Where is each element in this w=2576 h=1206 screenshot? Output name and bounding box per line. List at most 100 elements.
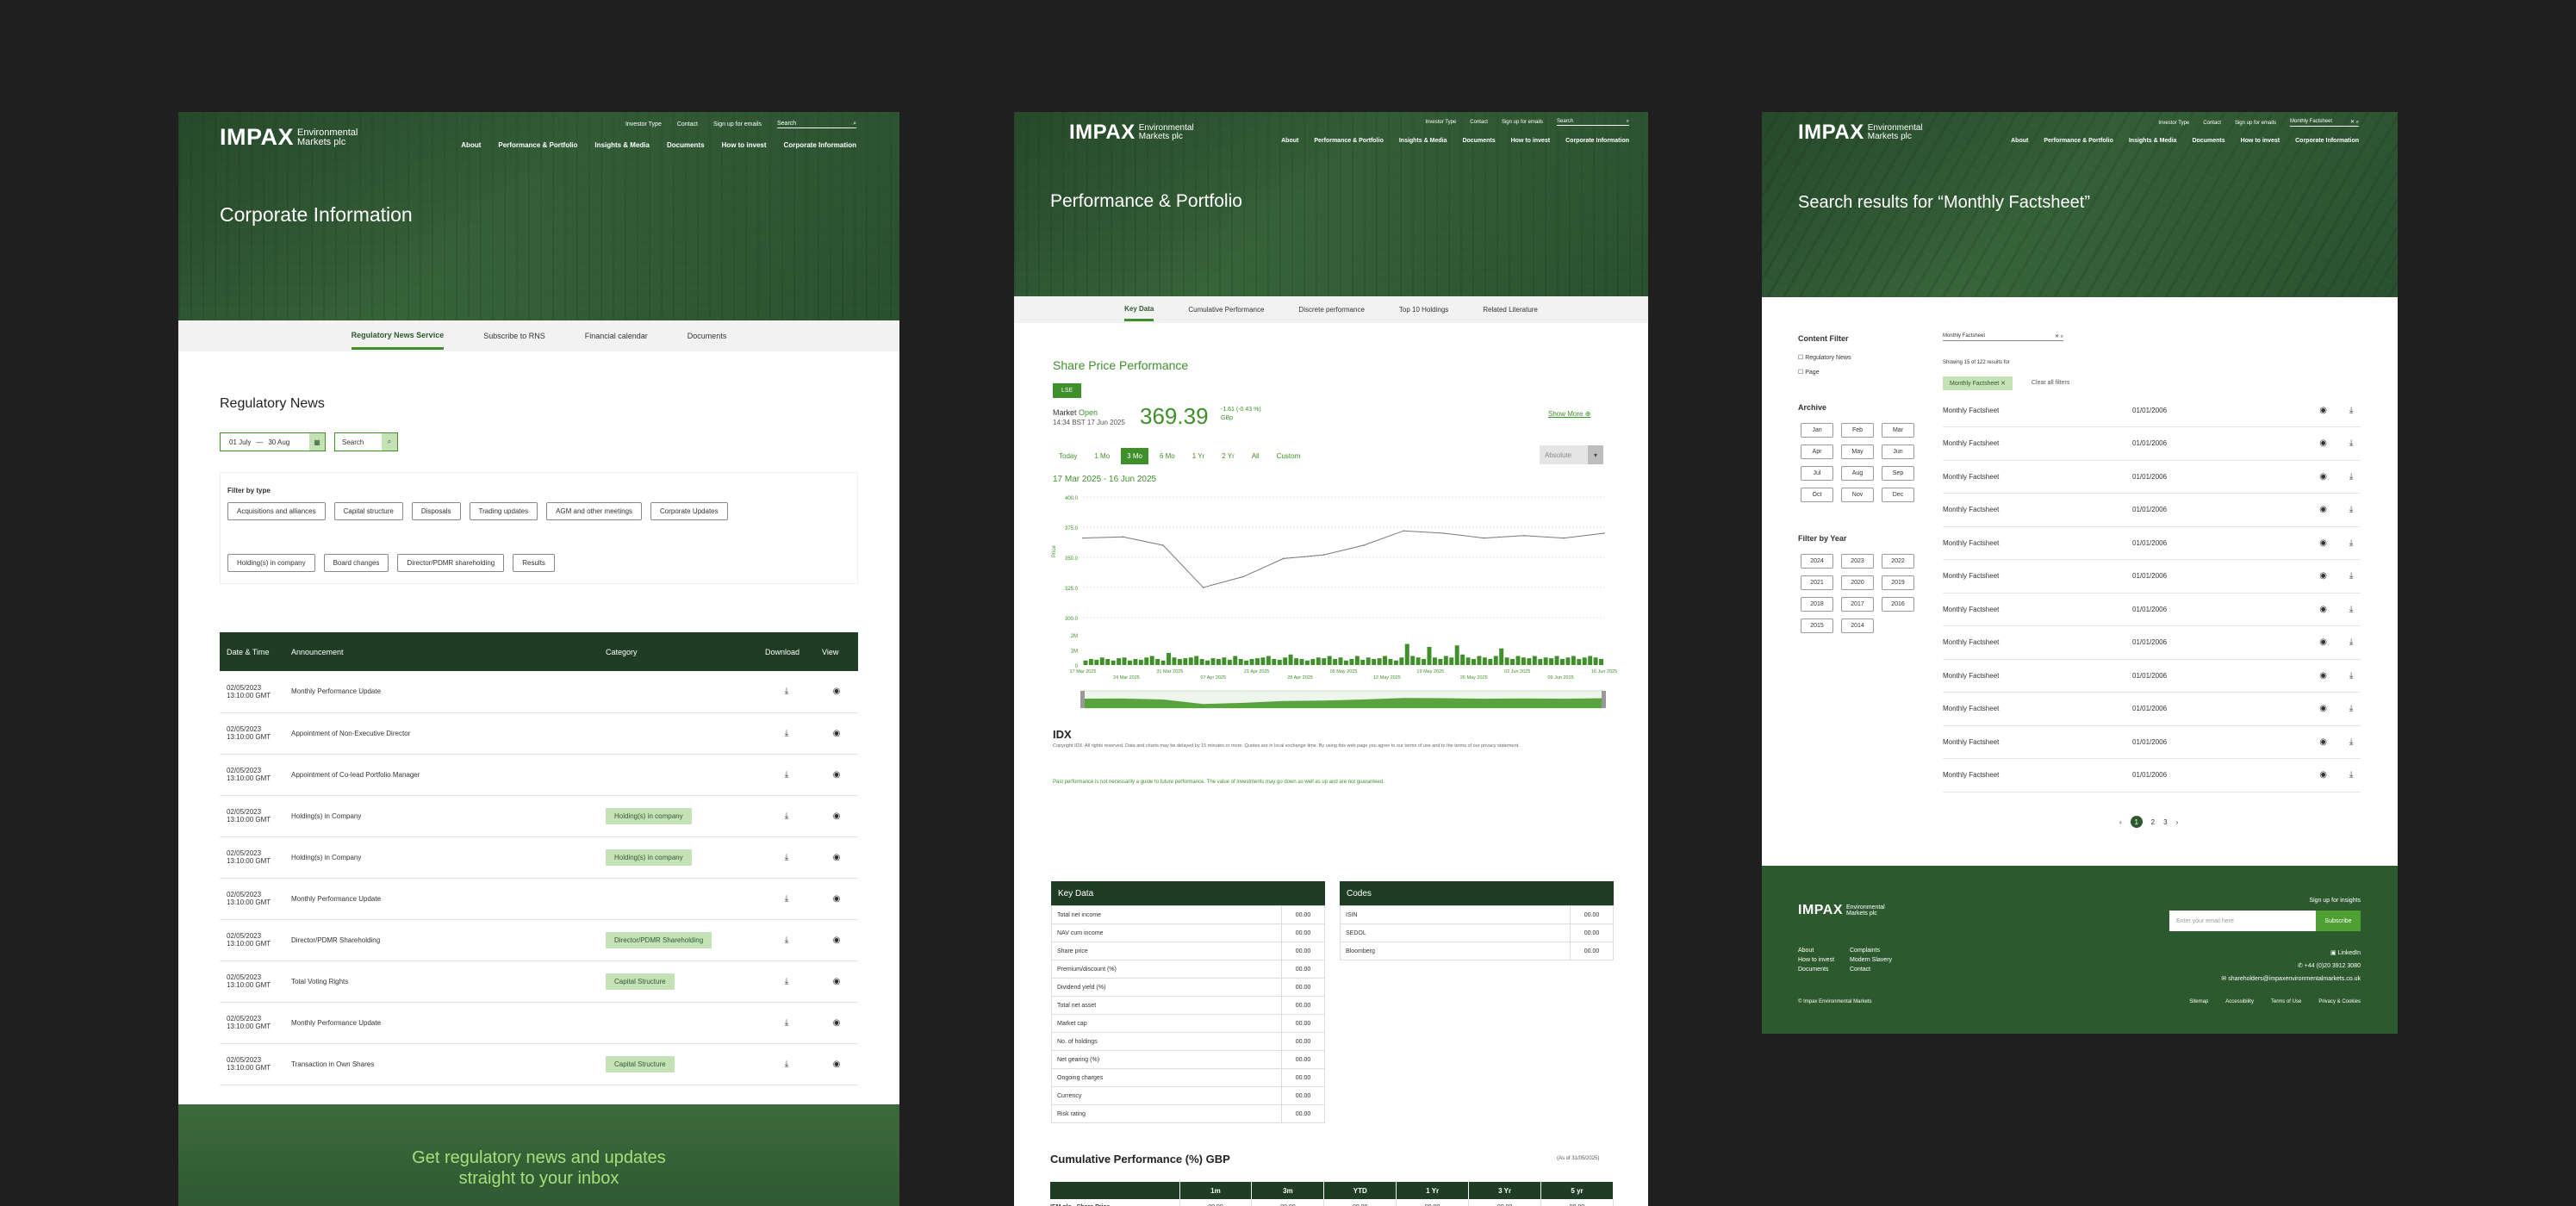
- view-icon[interactable]: ◉: [2319, 571, 2327, 581]
- filter-chip[interactable]: Capital structure: [333, 502, 403, 520]
- view-icon[interactable]: ◉: [833, 811, 841, 821]
- view-icon[interactable]: ◉: [2319, 737, 2327, 747]
- util-signup[interactable]: Sign up for emails: [2235, 121, 2276, 126]
- tab-related-literature[interactable]: Related Literature: [1483, 306, 1538, 314]
- result-title[interactable]: Monthly Factsheet: [1943, 460, 2132, 494]
- footer-logo[interactable]: IMPAX Environmental Markets plc: [1798, 903, 1898, 918]
- exchange-badge[interactable]: LSE: [1053, 383, 1082, 398]
- view-icon[interactable]: ◉: [833, 894, 841, 904]
- nav-performance[interactable]: Performance & Portfolio: [1314, 138, 1384, 144]
- download-icon[interactable]: ⤓: [785, 977, 788, 986]
- mode-select[interactable]: Absolute ▾: [1540, 445, 1603, 464]
- result-title[interactable]: Monthly Factsheet: [1943, 526, 2132, 560]
- download-icon[interactable]: ⤓: [2349, 571, 2353, 581]
- range-today[interactable]: Today: [1053, 448, 1083, 464]
- nav-about[interactable]: About: [1281, 138, 1298, 144]
- view-icon[interactable]: ◉: [833, 770, 841, 780]
- nav-about[interactable]: About: [461, 141, 481, 149]
- month-chip[interactable]: Oct: [1801, 488, 1833, 502]
- year-chip[interactable]: 2021: [1801, 575, 1833, 590]
- tab-discrete[interactable]: Discrete performance: [1298, 306, 1364, 314]
- view-icon[interactable]: ◉: [833, 977, 841, 986]
- header-search-input[interactable]: Monthly Factsheet ✕ ⌕: [2290, 119, 2359, 127]
- nav-how-to-invest[interactable]: How to invest: [722, 141, 767, 149]
- year-chip[interactable]: 2023: [1841, 554, 1874, 569]
- download-icon[interactable]: ⤓: [2349, 637, 2353, 647]
- view-icon[interactable]: ◉: [833, 853, 841, 862]
- show-more-link[interactable]: Show More ⊕: [1548, 410, 1590, 418]
- page-1[interactable]: 1: [2130, 816, 2143, 828]
- navigator-handle-right[interactable]: [1602, 691, 1606, 708]
- result-title[interactable]: Monthly Factsheet: [1943, 625, 2132, 660]
- tab-regulatory-news[interactable]: Regulatory News Service: [351, 322, 445, 350]
- util-contact[interactable]: Contact: [1470, 120, 1488, 125]
- legal-link[interactable]: Terms of Use: [2271, 999, 2301, 1004]
- range-1-yr[interactable]: 1 Yr: [1186, 448, 1211, 464]
- view-icon[interactable]: ◉: [833, 687, 841, 696]
- download-icon[interactable]: ⤓: [785, 770, 788, 780]
- row-announcement[interactable]: Monthly Performance Update: [284, 1002, 599, 1044]
- results-search-input[interactable]: Monthly Factsheet ✕ ⌕: [1943, 333, 2063, 341]
- row-announcement[interactable]: Monthly Performance Update: [284, 878, 599, 920]
- row-announcement[interactable]: Holding(s) in Company: [284, 795, 599, 837]
- download-icon[interactable]: ⤓: [2349, 605, 2353, 614]
- chevron-right-icon[interactable]: ›: [2176, 818, 2179, 826]
- download-icon[interactable]: ⤓: [2349, 704, 2353, 713]
- util-investor-type[interactable]: Investor Type: [1425, 120, 1456, 125]
- util-contact[interactable]: Contact: [677, 121, 698, 127]
- view-icon[interactable]: ◉: [2319, 438, 2327, 448]
- util-signup[interactable]: Sign up for emails: [713, 121, 762, 127]
- footer-link[interactable]: How to invest: [1798, 957, 1850, 963]
- nav-insights[interactable]: Insights & Media: [2129, 138, 2177, 144]
- view-icon[interactable]: ◉: [833, 936, 841, 945]
- range-3-mo[interactable]: 3 Mo: [1121, 448, 1148, 464]
- impax-logo[interactable]: IMPAX Environmental Markets plc: [1069, 121, 1213, 145]
- nav-corporate-information[interactable]: Corporate Information: [784, 141, 856, 149]
- year-chip[interactable]: 2014: [1841, 619, 1874, 633]
- view-icon[interactable]: ◉: [2319, 505, 2327, 514]
- legal-link[interactable]: Privacy & Cookies: [2318, 999, 2361, 1004]
- view-icon[interactable]: ◉: [2319, 671, 2327, 681]
- range-all[interactable]: All: [1246, 448, 1266, 464]
- download-icon[interactable]: ⤓: [785, 936, 788, 945]
- download-icon[interactable]: ⤓: [785, 687, 788, 696]
- year-chip[interactable]: 2024: [1801, 554, 1833, 569]
- download-icon[interactable]: ⤓: [2349, 671, 2353, 681]
- year-chip[interactable]: 2016: [1882, 597, 1914, 612]
- row-announcement[interactable]: Director/PDMR Shareholding: [284, 919, 599, 961]
- date-range-picker[interactable]: 01 July —30 Aug ▦: [220, 432, 326, 451]
- header-search-input[interactable]: Search ⌕: [777, 121, 856, 128]
- download-icon[interactable]: ⤓: [2349, 737, 2353, 747]
- navigator-handle-left[interactable]: [1080, 691, 1085, 708]
- nav-documents[interactable]: Documents: [1462, 138, 1495, 144]
- download-icon[interactable]: ⤓: [2349, 438, 2353, 448]
- footer-link[interactable]: Complaints: [1850, 948, 1919, 954]
- checkbox-regulatory-news[interactable]: ☐ Regulatory News: [1798, 351, 1851, 365]
- view-icon[interactable]: ◉: [2319, 406, 2327, 415]
- rns-search-input[interactable]: Search ⌕: [334, 432, 398, 451]
- chevron-left-icon[interactable]: ‹: [2119, 818, 2122, 826]
- legal-link[interactable]: Sitemap: [2189, 999, 2208, 1004]
- row-announcement[interactable]: Total Voting Rights: [284, 960, 599, 1003]
- row-announcement[interactable]: Appointment of Co-lead Portfolio Manager: [284, 754, 599, 796]
- nav-insights[interactable]: Insights & Media: [594, 141, 650, 149]
- phone-link[interactable]: ✆ +44 (0)20 3912 3080: [2298, 962, 2361, 969]
- view-icon[interactable]: ◉: [2319, 770, 2327, 780]
- view-icon[interactable]: ◉: [833, 729, 841, 738]
- result-title[interactable]: Monthly Factsheet: [1943, 725, 2132, 759]
- util-signup[interactable]: Sign up for emails: [1502, 120, 1543, 125]
- footer-link[interactable]: About: [1798, 948, 1850, 954]
- filter-chip[interactable]: Director/PDMR shareholding: [397, 554, 505, 572]
- download-icon[interactable]: ⤓: [785, 729, 788, 738]
- footer-link[interactable]: Modern Slavery: [1850, 957, 1919, 963]
- filter-chip[interactable]: Disposals: [411, 502, 461, 520]
- nav-corporate-information[interactable]: Corporate Information: [1565, 138, 1629, 144]
- email-link[interactable]: ✉ shareholders@impaxenvironmentalmarkets…: [2221, 975, 2361, 982]
- month-chip[interactable]: Apr: [1801, 444, 1833, 459]
- download-icon[interactable]: ⤓: [785, 811, 788, 821]
- download-icon[interactable]: ⤓: [2349, 505, 2353, 514]
- tab-financial-calendar[interactable]: Financial calendar: [585, 332, 648, 340]
- month-chip[interactable]: Jul: [1801, 466, 1833, 481]
- util-investor-type[interactable]: Investor Type: [625, 121, 662, 127]
- month-chip[interactable]: Jun: [1882, 444, 1914, 459]
